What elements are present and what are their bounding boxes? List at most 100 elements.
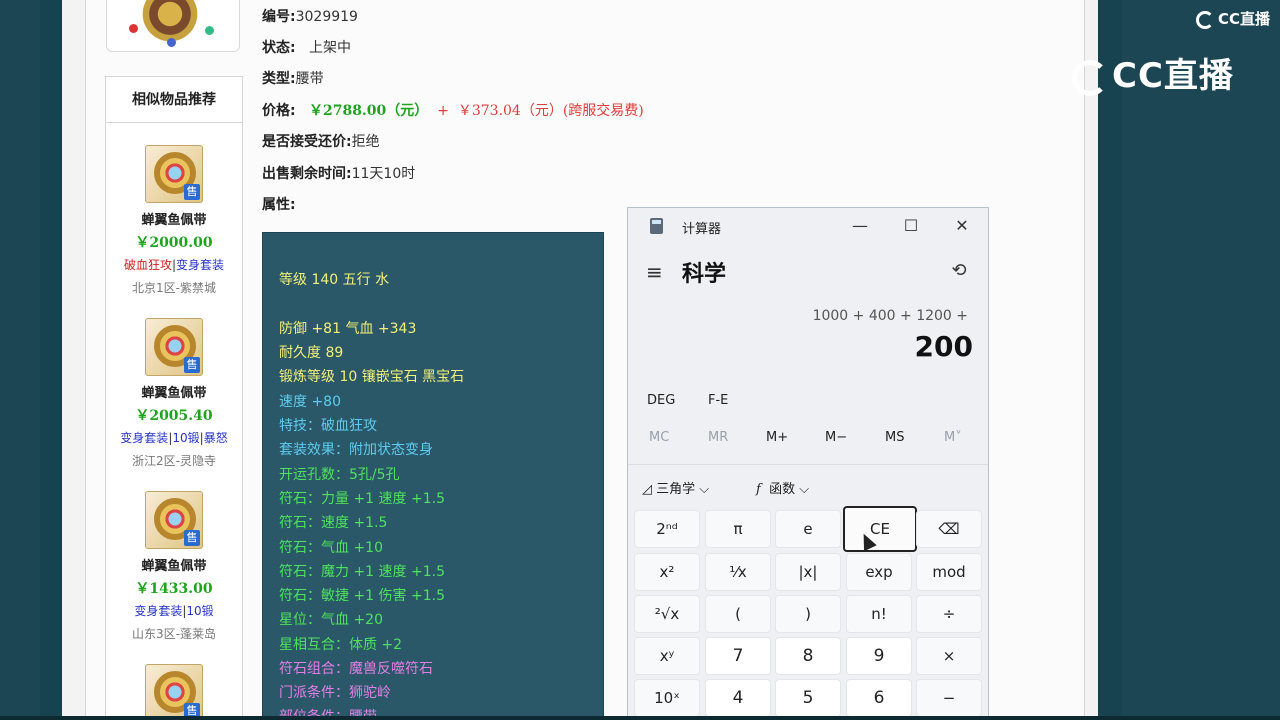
- recommendation-price: ￥2005.40: [135, 408, 213, 424]
- recommendation-server: 浙江2区-灵隐寺: [132, 454, 216, 468]
- gem-icon: [129, 24, 138, 33]
- attribute-line: 特技：破血狂攻: [279, 418, 377, 434]
- attribute-line: 星位：气血 +20: [279, 612, 383, 628]
- gem-icon: [167, 38, 176, 47]
- absolute-button[interactable]: |x|: [775, 553, 841, 591]
- recommendation-name[interactable]: 蝉翼鱼佩带: [106, 209, 242, 228]
- trigonometry-dropdown[interactable]: ◿ 三角学 ⌵: [642, 478, 709, 497]
- digit-7-button[interactable]: 7: [705, 637, 771, 675]
- function-icon: f: [756, 482, 761, 497]
- divider: [628, 464, 988, 465]
- memory-list-button[interactable]: M˅: [944, 430, 962, 445]
- memory-clear-button[interactable]: MC: [649, 430, 669, 445]
- subtract-button[interactable]: −: [916, 679, 982, 717]
- cc-live-logo: CC直播: [1072, 48, 1234, 97]
- recommendation-item[interactable]: 售: [106, 664, 242, 720]
- second-button[interactable]: 2ⁿᵈ: [634, 510, 700, 548]
- similar-items-sidebar: 相似物品推荐 售 蝉翼鱼佩带 ￥2000.00 破血狂攻|变身套装 北京1区-紫…: [105, 76, 243, 720]
- gem-icon: [205, 26, 214, 35]
- sale-badge: 售: [184, 184, 200, 200]
- mod-button[interactable]: mod: [916, 553, 982, 591]
- item-thumbnail[interactable]: 售: [145, 145, 203, 203]
- item-thumbnail[interactable]: 售: [145, 318, 203, 376]
- square-button[interactable]: x²: [634, 553, 700, 591]
- close-button[interactable]: ✕: [948, 214, 976, 238]
- power-button[interactable]: xʸ: [634, 637, 700, 675]
- digit-8-button[interactable]: 8: [775, 637, 841, 675]
- recommendation-item[interactable]: 售 蝉翼鱼佩带 ￥1433.00 变身套装|10锻 山东3区-蓬莱岛: [106, 491, 242, 642]
- item-remaining-time: 出售剩余时间:11天10时: [262, 166, 416, 182]
- calculator-mode: 科学: [682, 262, 727, 287]
- memory-subtract-button[interactable]: M−: [825, 430, 847, 445]
- ten-power-button[interactable]: 10ˣ: [634, 679, 700, 717]
- attribute-line: 耐久度 89: [279, 345, 344, 361]
- cc-logo-icon: [1072, 59, 1108, 96]
- reciprocal-button[interactable]: ¹⁄x: [705, 553, 771, 591]
- digit-4-button[interactable]: 4: [705, 679, 771, 717]
- item-type: 类型:腰带: [262, 71, 324, 87]
- history-icon[interactable]: ⟲: [948, 260, 970, 282]
- maximize-button[interactable]: ☐: [897, 214, 925, 238]
- item-status: 状态: 上架中: [262, 40, 351, 56]
- recommendation-price: ￥1433.00: [135, 581, 213, 597]
- sale-badge: 售: [184, 357, 200, 373]
- attribute-line: 门派条件：狮驼岭: [279, 685, 391, 701]
- attribute-line: 速度 +80: [279, 394, 341, 410]
- memory-store-button[interactable]: MS: [885, 430, 904, 445]
- recommendation-name[interactable]: 蝉翼鱼佩带: [106, 555, 242, 574]
- multiply-button[interactable]: ×: [916, 637, 982, 675]
- chevron-down-icon: ⌵: [799, 482, 810, 497]
- deg-button[interactable]: DEG: [647, 393, 675, 408]
- attribute-line: 符石：敏捷 +1 伤害 +1.5: [279, 588, 445, 604]
- item-thumbnail[interactable]: 售: [145, 491, 203, 549]
- memory-recall-button[interactable]: MR: [708, 430, 728, 445]
- attribute-line: 符石：速度 +1.5: [279, 515, 388, 531]
- calculator-title: 计算器: [682, 222, 722, 237]
- triangle-ruler-icon: ◿: [642, 482, 652, 497]
- sidebar-title: 相似物品推荐: [106, 77, 242, 123]
- digit-9-button[interactable]: 9: [846, 637, 912, 675]
- clear-entry-button[interactable]: CE: [843, 506, 917, 552]
- recommendation-name[interactable]: 蝉翼鱼佩带: [106, 382, 242, 401]
- recommendation-tags: 变身套装|10锻|暴怒: [120, 431, 228, 445]
- calculator-app-icon: [650, 218, 663, 234]
- pi-button[interactable]: π: [705, 510, 771, 548]
- e-button[interactable]: e: [775, 510, 841, 548]
- item-counter-offer: 是否接受还价:拒绝: [262, 134, 380, 150]
- recommendation-tags: 变身套装|10锻: [134, 604, 214, 618]
- recommendation-server: 山东3区-蓬莱岛: [132, 627, 216, 641]
- close-paren-button[interactable]: ): [775, 595, 841, 633]
- recommendation-price: ￥2000.00: [135, 235, 213, 251]
- square-root-button[interactable]: ²√x: [634, 595, 700, 633]
- recommendation-server: 北京1区-紫禁城: [132, 281, 216, 295]
- attribute-line: 符石：力量 +1 速度 +1.5: [279, 491, 445, 507]
- digit-5-button[interactable]: 5: [775, 679, 841, 717]
- divide-button[interactable]: ÷: [916, 595, 982, 633]
- calculator-window: 计算器 — ☐ ✕ ≡ 科学 ⟲ 1000 + 400 + 1200 + 200…: [627, 207, 989, 720]
- factorial-button[interactable]: n!: [846, 595, 912, 633]
- attribute-line: 符石：魔力 +1 速度 +1.5: [279, 564, 445, 580]
- open-paren-button[interactable]: (: [705, 595, 771, 633]
- product-image: [106, 0, 240, 52]
- item-thumbnail[interactable]: 售: [145, 664, 203, 720]
- recommendation-item[interactable]: 售 蝉翼鱼佩带 ￥2005.40 变身套装|10锻|暴怒 浙江2区-灵隐寺: [106, 318, 242, 469]
- fe-button[interactable]: F-E: [708, 393, 728, 408]
- attribute-line: 符石：气血 +10: [279, 540, 383, 556]
- digit-6-button[interactable]: 6: [846, 679, 912, 717]
- exp-button[interactable]: exp: [846, 553, 912, 591]
- calculator-result: 200: [914, 330, 973, 363]
- cc-logo-icon: [1196, 10, 1214, 29]
- item-price: 价格: ￥2788.00（元） + ￥373.04（元）(跨服交易费): [262, 103, 644, 119]
- attribute-line: 锻炼等级 10 镶嵌宝石 黑宝石: [279, 369, 465, 385]
- backspace-button[interactable]: ⌫: [916, 510, 982, 548]
- calculator-titlebar[interactable]: 计算器 — ☐ ✕: [628, 208, 988, 244]
- hamburger-icon[interactable]: ≡: [646, 260, 663, 284]
- calculator-expression: 1000 + 400 + 1200 +: [812, 308, 968, 324]
- sale-badge: 售: [184, 530, 200, 546]
- minimize-button[interactable]: —: [846, 214, 874, 238]
- attribute-line: 等级 140 五行 水: [279, 272, 390, 288]
- memory-add-button[interactable]: M+: [766, 430, 788, 445]
- recommendation-item[interactable]: 售 蝉翼鱼佩带 ￥2000.00 破血狂攻|变身套装 北京1区-紫禁城: [106, 145, 242, 296]
- chevron-down-icon: ⌵: [699, 482, 710, 497]
- function-dropdown[interactable]: f 函数 ⌵: [756, 478, 809, 497]
